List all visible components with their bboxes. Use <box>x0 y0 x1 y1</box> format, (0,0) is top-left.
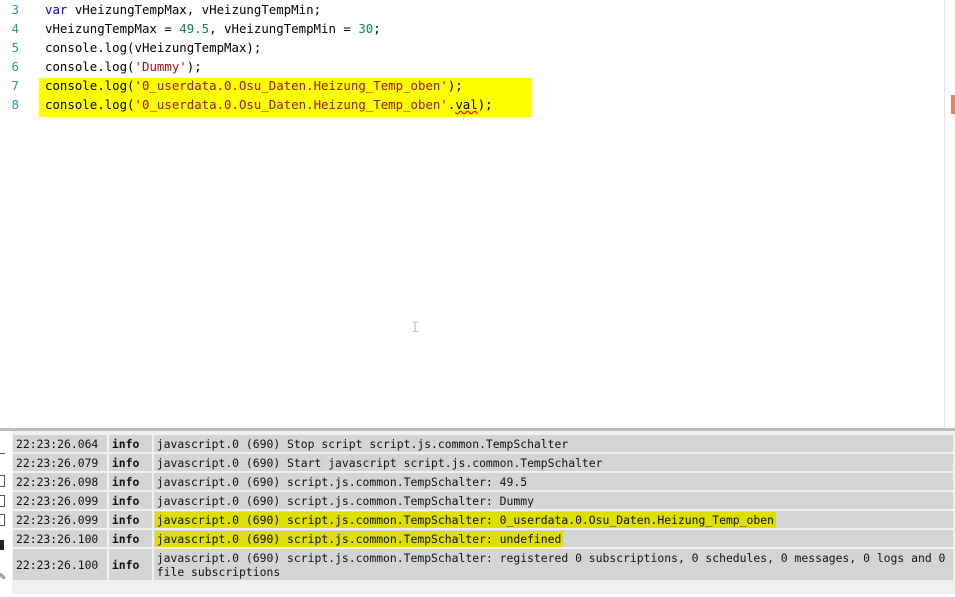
stop-icon[interactable] <box>0 540 4 550</box>
log-message-cell: javascript.0 (690) script.js.common.Temp… <box>153 511 955 528</box>
log-row: 22:23:26.079 info javascript.0 (690) Start… <box>13 454 955 471</box>
log-panel: ✎ 22:23:26.064 info javascript.0 (690) Sto… <box>0 428 955 597</box>
code-token: 49.5 <box>179 21 210 36</box>
error-marker[interactable] <box>951 95 955 114</box>
code-text: vHeizungTempMax = 49.5, vHeizungTempMin … <box>45 19 381 38</box>
line-number: 7 <box>11 78 19 93</box>
pencil-icon[interactable]: ✎ <box>0 571 6 582</box>
log-message: javascript.0 (690) Start javascript scri… <box>156 455 603 470</box>
log-row: 22:23:26.064 info javascript.0 (690) Stop … <box>13 435 955 452</box>
line-number: 8 <box>11 97 19 112</box>
code-text: console.log(vHeizungTempMax); <box>45 38 261 57</box>
code-token: val <box>455 97 478 112</box>
line-number: 3 <box>11 2 19 17</box>
code-token: vHeizungTempMax, vHeizungTempMin; <box>67 2 322 17</box>
text-cursor-icon: I <box>411 320 420 336</box>
code-token: var <box>45 2 68 17</box>
copy-icon[interactable] <box>0 475 5 487</box>
log-time: 22:23:26.098 <box>13 473 109 490</box>
code-token: vHeizungTempMax = <box>45 21 180 36</box>
log-severity: info <box>108 511 154 528</box>
log-message-cell: javascript.0 (690) script.js.common.Temp… <box>153 473 955 490</box>
log-time: 22:23:26.100 <box>13 530 109 547</box>
log-message: javascript.0 (690) script.js.common.Temp… <box>154 511 776 528</box>
log-time: 22:23:26.079 <box>13 454 109 471</box>
log-severity: info <box>108 492 154 509</box>
line-number: 5 <box>11 40 19 55</box>
code-token: ); <box>447 78 463 93</box>
log-message: javascript.0 (690) script.js.common.Temp… <box>156 493 534 508</box>
line-number: 4 <box>11 21 19 36</box>
code-token: console.log( <box>45 59 135 74</box>
toolbar-divider <box>0 453 5 454</box>
log-severity: info <box>108 530 154 547</box>
log-severity: info <box>108 454 154 471</box>
log-row: 22:23:26.098 info javascript.0 (690) scrip… <box>13 473 955 490</box>
code-text: console.log('0_userdata.0.Osu_Daten.Heiz… <box>45 76 463 95</box>
log-row: 22:23:26.099 info javascript.0 (690) scrip… <box>13 492 955 509</box>
document-icon[interactable] <box>0 514 5 526</box>
log-row: 22:23:26.100 info javascript.0 (690) scrip… <box>13 530 955 547</box>
code-token: console.log(vHeizungTempMax); <box>45 40 262 55</box>
code-token: '0_userdata.0.Osu_Daten.Heizung_Temp_obe… <box>134 97 448 112</box>
code-token: , vHeizungTempMin = <box>209 21 359 36</box>
editor-ruler <box>944 0 945 428</box>
log-message: javascript.0 (690) script.js.common.Temp… <box>154 530 564 547</box>
code-token: 30 <box>358 21 374 36</box>
log-message: javascript.0 (690) script.js.common.Temp… <box>156 474 528 489</box>
code-token: console.log( <box>45 78 135 93</box>
log-severity: info <box>108 549 154 580</box>
log-time: 22:23:26.099 <box>13 511 109 528</box>
log-time: 22:23:26.064 <box>13 435 109 452</box>
log-row: 22:23:26.099 info javascript.0 (690) scrip… <box>13 511 955 528</box>
code-text: var vHeizungTempMax, vHeizungTempMin; <box>45 0 321 19</box>
log-message-cell: javascript.0 (690) Start javascript scri… <box>153 454 955 471</box>
code-token: console.log( <box>45 97 135 112</box>
code-token: ); <box>186 59 202 74</box>
log-message-cell: javascript.0 (690) script.js.common.Temp… <box>153 530 955 547</box>
log-message-cell: javascript.0 (690) script.js.common.Temp… <box>153 549 955 580</box>
page-icon[interactable] <box>0 495 5 507</box>
log-row: 22:23:26.100 info javascript.0 (690) scrip… <box>13 549 955 580</box>
log-severity: info <box>108 473 154 490</box>
log-severity: info <box>108 435 154 452</box>
log-time: 22:23:26.099 <box>13 492 109 509</box>
log-message-cell: javascript.0 (690) script.js.common.Temp… <box>153 492 955 509</box>
code-text: console.log('0_userdata.0.Osu_Daten.Heiz… <box>45 95 493 114</box>
code-token: 'Dummy' <box>134 59 187 74</box>
code-text: console.log('Dummy'); <box>45 57 202 76</box>
code-token: ; <box>373 21 381 36</box>
code-token: '0_userdata.0.Osu_Daten.Heizung_Temp_obe… <box>134 78 448 93</box>
code-token: ); <box>477 97 493 112</box>
log-message-cell: javascript.0 (690) Stop script script.js… <box>153 435 955 452</box>
code-editor[interactable]: 3 var vHeizungTempMax, vHeizungTempMin; 4 v… <box>0 0 955 428</box>
log-toolbar: ✎ <box>0 431 12 597</box>
line-number: 6 <box>11 59 19 74</box>
log-table: 22:23:26.064 info javascript.0 (690) Stop … <box>13 433 955 582</box>
log-message: javascript.0 (690) script.js.common.Temp… <box>156 550 946 579</box>
log-time: 22:23:26.100 <box>13 549 109 580</box>
log-message: javascript.0 (690) Stop script script.js… <box>156 436 569 451</box>
